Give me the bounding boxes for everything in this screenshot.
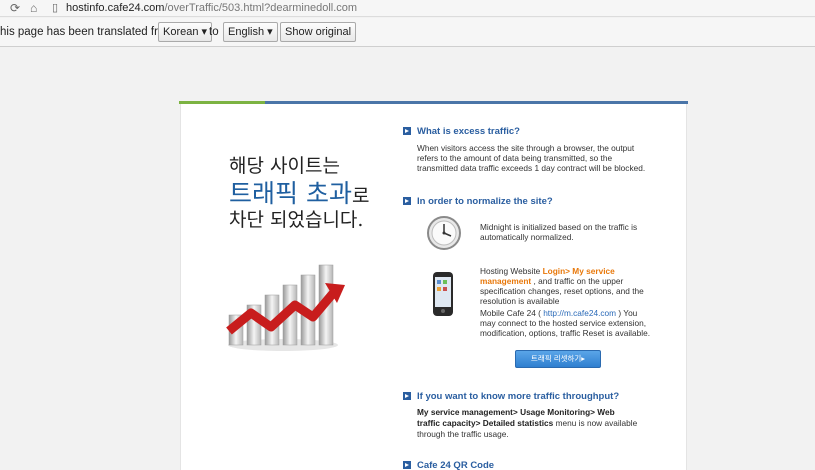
mobile-link[interactable]: http://m.cafe24.com (543, 308, 616, 318)
chevron-down-icon: ▾ (201, 26, 208, 38)
section-heading: If you want to know more traffic through… (417, 391, 620, 402)
management-link[interactable]: management (480, 276, 531, 286)
hosting-line-4: resolution is available (480, 296, 560, 306)
url-field[interactable]: hostinfo.cafe24.com/overTraffic/503.html… (66, 2, 357, 15)
url-host: hostinfo.cafe24.com (66, 2, 165, 14)
mobile-suffix: ) You (618, 308, 638, 318)
hosting-suffix: , and traffic on the upper (533, 276, 624, 286)
show-original-button[interactable]: Show original (280, 22, 357, 42)
bullet-icon (403, 461, 411, 469)
banner-line-3: 차단 되었습니다. (229, 209, 364, 231)
throughput-line-3: through the traffic usage. (417, 429, 509, 439)
midnight-line-1: Midnight is initialized based on the tra… (480, 222, 638, 232)
page-icon: ▯ (52, 2, 59, 14)
excess-line-2: refers to the amount of data being trans… (417, 153, 613, 163)
accent-blue (265, 101, 688, 104)
home-icon[interactable]: ⌂ (30, 1, 37, 15)
hosting-line-1: Hosting Website Login> My service (480, 266, 615, 276)
excess-line-3: transmitted data traffic exceeds 1 day c… (417, 163, 646, 173)
section-heading: Cafe 24 QR Code (417, 460, 495, 470)
mobile-line-2: may connect to the hosted service extens… (480, 318, 647, 328)
chevron-down-icon: ▾ (267, 26, 273, 38)
hosting-line-3: specification changes, reset options, an… (480, 286, 644, 296)
section-heading: What is excess traffic? (417, 126, 520, 137)
from-language-select[interactable]: Korean ▾ (158, 22, 213, 42)
throughput-line-1: My service management> Usage Monitoring>… (417, 407, 615, 417)
section-heading: In order to normalize the site? (417, 196, 553, 207)
banner-highlight: 트래픽 초과 (229, 179, 352, 208)
url-path: /overTraffic/503.html?dearminedoll.com (164, 2, 358, 14)
accent-green (179, 101, 265, 104)
midnight-line-2: automatically normalized. (480, 232, 574, 242)
address-bar: ⟳ ⌂ ▯ hostinfo.cafe24.com/overTraffic/50… (0, 0, 815, 17)
throughput-line-2: traffic capacity> Detailed statistics me… (417, 418, 637, 428)
hosting-prefix: Hosting Website (480, 266, 541, 276)
traffic-chart-illustration (226, 264, 345, 351)
from-language-label: Korean (163, 26, 199, 38)
translate-bar: his page has been translated from Korean… (0, 18, 815, 47)
clock-icon (427, 216, 461, 250)
bullet-icon (403, 197, 411, 205)
mobile-prefix: Mobile Cafe 24 ( (480, 308, 541, 318)
traffic-reset-button[interactable]: 트래픽 리셋하기▸ (515, 350, 601, 368)
content-card: 해당 사이트는 트래픽 초과로 차단 되었습니다. What is excess… (180, 101, 687, 470)
login-link[interactable]: Login> My service (543, 266, 615, 276)
to-label: to (209, 26, 219, 38)
to-language-label: English (228, 26, 265, 38)
throughput-suffix: menu is now available (555, 418, 638, 428)
reload-icon[interactable]: ⟳ (10, 1, 20, 15)
throughput-bold-2: traffic capacity> Detailed statistics (417, 418, 554, 428)
card-accent-bar (179, 101, 688, 104)
to-language-select[interactable]: English ▾ (223, 22, 278, 42)
translate-message: his page has been translated from (0, 26, 174, 38)
bullet-icon (403, 127, 411, 135)
excess-line-1: When visitors access the site through a … (417, 143, 635, 153)
bullet-icon (403, 392, 411, 400)
hosting-line-2: management , and traffic on the upper (480, 276, 623, 286)
throughput-bold-1: My service management> Usage Monitoring>… (417, 407, 615, 417)
banner-suffix: 로 (351, 185, 370, 207)
smartphone-icon (433, 272, 453, 316)
mobile-line-3: modification, options, traffic Reset is … (480, 328, 651, 338)
mobile-line-1: Mobile Cafe 24 ( http://m.cafe24.com ) Y… (480, 308, 637, 318)
